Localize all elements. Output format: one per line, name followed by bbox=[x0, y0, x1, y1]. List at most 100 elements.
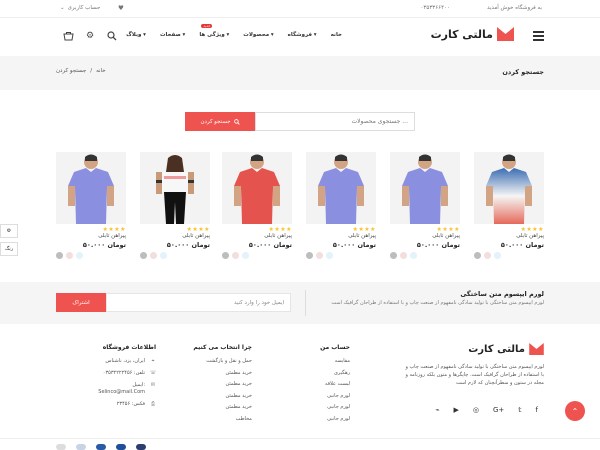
contact-email[interactable]: Selinco@mail.Com bbox=[98, 389, 145, 395]
rating-stars: ★★★★ bbox=[268, 226, 292, 233]
footer-link[interactable]: لورم جانبی bbox=[300, 393, 350, 399]
product-card[interactable]: ★★★★ پیراهن تابلی ۵۰.۰۰۰ تومان bbox=[222, 152, 292, 262]
social-links: f 𝕥 G+ ◎ ▶ ⌁ bbox=[435, 406, 538, 414]
product-image[interactable] bbox=[222, 152, 292, 224]
breadcrumb-home[interactable]: خانه bbox=[96, 68, 106, 74]
product-name[interactable]: پیراهن تابلی bbox=[432, 233, 460, 239]
facebook-icon[interactable]: f bbox=[536, 406, 538, 414]
footer-link[interactable]: حمل و نقل و بازگشت bbox=[180, 358, 252, 364]
footer-contact-title: اطلاعات فروشگاه bbox=[102, 344, 156, 351]
footer-why-title: چرا انتخاب می کنیم bbox=[193, 344, 252, 351]
subscribe-button[interactable]: اشتراک bbox=[56, 293, 106, 312]
scroll-to-top-button[interactable]: ⌃ bbox=[565, 401, 585, 421]
color-swatch[interactable] bbox=[474, 252, 481, 259]
footer-link[interactable]: خرید مطمئن bbox=[180, 381, 252, 387]
site-logo[interactable]: مالتی کارت bbox=[431, 27, 514, 41]
contact-row: ایران، یزد، ناشناس ⌖ bbox=[94, 358, 156, 364]
newsletter-email-input[interactable]: ایمیل خود را وارد کنید bbox=[106, 293, 291, 312]
nav-item-shop[interactable]: فروشگاه ▾ bbox=[288, 32, 317, 38]
color-swatch[interactable] bbox=[410, 252, 417, 259]
phone-icon: ☏ bbox=[150, 370, 157, 376]
twitter-icon[interactable]: 𝕥 bbox=[518, 406, 521, 414]
footer-link[interactable]: لیست علاقه bbox=[300, 381, 350, 387]
footer-link[interactable]: خرید مطمئن bbox=[180, 404, 252, 410]
search-input[interactable] bbox=[255, 112, 415, 131]
footer-link[interactable]: خرید مطمئن bbox=[180, 393, 252, 399]
wishlist-heart-icon[interactable]: ♥ bbox=[118, 4, 124, 12]
color-swatch[interactable] bbox=[484, 252, 491, 259]
color-swatch[interactable] bbox=[150, 252, 157, 259]
color-swatch[interactable] bbox=[160, 252, 167, 259]
contact-row: ایمیل: ✉ bbox=[94, 382, 156, 388]
color-swatch[interactable] bbox=[222, 252, 229, 259]
color-swatches bbox=[56, 252, 83, 259]
color-swatch[interactable] bbox=[66, 252, 73, 259]
footer-link[interactable]: مخاطب bbox=[180, 416, 252, 422]
color-swatch[interactable] bbox=[494, 252, 501, 259]
footer-link[interactable]: مقایسه bbox=[300, 358, 350, 364]
contact-row: Selinco@mail.Com bbox=[94, 389, 156, 395]
contact-phone: تلفن: ۰۳۵۳۲۲۲۲۴۵۶ bbox=[102, 370, 145, 376]
color-swatch[interactable] bbox=[76, 252, 83, 259]
nav-item-products[interactable]: محصولات ▾ bbox=[243, 32, 273, 38]
product-name[interactable]: پیراهن تابلی bbox=[264, 233, 292, 239]
footer-link[interactable]: لورم جانبی bbox=[300, 404, 350, 410]
product-price: ۵۰.۰۰۰ تومان bbox=[82, 241, 126, 249]
product-image[interactable] bbox=[390, 152, 460, 224]
settings-side-button[interactable]: ⚙ bbox=[0, 224, 18, 238]
rating-stars: ★★★★ bbox=[520, 226, 544, 233]
color-swatch[interactable] bbox=[326, 252, 333, 259]
product-image[interactable] bbox=[474, 152, 544, 224]
color-swatch[interactable] bbox=[242, 252, 249, 259]
breadcrumb-separator: / bbox=[90, 68, 93, 74]
color-swatch[interactable] bbox=[306, 252, 313, 259]
contact-row: فکس: ۲۳۴۵۶ ⎙ bbox=[94, 401, 156, 407]
footer-link[interactable]: خرید مطمئن bbox=[180, 370, 252, 376]
color-side-label: رنگ bbox=[4, 246, 14, 252]
cart-icon[interactable] bbox=[62, 30, 74, 42]
nav-item-home[interactable]: خانه bbox=[331, 32, 342, 38]
search-icon[interactable] bbox=[106, 30, 118, 42]
nav-item-blog[interactable]: وبلاگ ▾ bbox=[126, 32, 146, 38]
color-swatch[interactable] bbox=[390, 252, 397, 259]
product-card[interactable]: ★★★★ پیراهن تابلی ۵۰.۰۰۰ تومان bbox=[140, 152, 210, 262]
search-button[interactable]: جستجو کردن bbox=[185, 112, 255, 131]
google-plus-icon[interactable]: G+ bbox=[493, 406, 504, 414]
chevron-down-icon: ⌄ bbox=[60, 5, 65, 11]
product-image[interactable] bbox=[56, 152, 126, 224]
rss-icon[interactable]: ⌁ bbox=[435, 406, 439, 414]
product-card[interactable]: ★★★★ پیراهن تابلی ۵۰.۰۰۰ تومان bbox=[306, 152, 376, 262]
logo-mark-icon bbox=[529, 343, 544, 355]
product-name[interactable]: پیراهن تابلی bbox=[182, 233, 210, 239]
color-side-button[interactable]: رنگ bbox=[0, 242, 18, 256]
product-image[interactable] bbox=[140, 152, 210, 224]
color-swatch[interactable] bbox=[56, 252, 63, 259]
payment-icon bbox=[136, 444, 146, 450]
product-image[interactable] bbox=[306, 152, 376, 224]
product-card[interactable]: ★★★★ پیراهن تابلی ۵۰.۰۰۰ تومان bbox=[56, 152, 126, 262]
nav-item-pages[interactable]: صفحات ▾ bbox=[160, 32, 185, 38]
youtube-icon[interactable]: ▶ bbox=[453, 406, 458, 414]
contact-address: ایران، یزد، ناشناس bbox=[105, 358, 145, 364]
color-swatch[interactable] bbox=[400, 252, 407, 259]
footer-link[interactable]: لورم جانبی bbox=[300, 416, 350, 422]
nav-item-features[interactable]: جدید ویژگی ها ▾ bbox=[199, 24, 229, 38]
payment-icon bbox=[56, 444, 66, 450]
newsletter-form: اشتراک ایمیل خود را وارد کنید bbox=[56, 293, 291, 312]
menu-hamburger-icon[interactable] bbox=[533, 31, 544, 41]
color-swatch[interactable] bbox=[140, 252, 147, 259]
rating-stars: ★★★★ bbox=[102, 226, 126, 233]
footer-link[interactable]: رهگیری bbox=[300, 370, 350, 376]
settings-gear-icon[interactable]: ⚙ bbox=[84, 30, 96, 42]
product-name[interactable]: پیراهن تابلی bbox=[98, 233, 126, 239]
account-menu[interactable]: ⌄ حساب کاربری bbox=[60, 5, 100, 11]
product-card[interactable]: ★★★★ پیراهن تابلی ۵۰.۰۰۰ تومان bbox=[474, 152, 544, 262]
product-name[interactable]: پیراهن تابلی bbox=[348, 233, 376, 239]
color-swatch[interactable] bbox=[316, 252, 323, 259]
product-card[interactable]: ★★★★ پیراهن تابلی ۵۰.۰۰۰ تومان bbox=[390, 152, 460, 262]
product-name[interactable]: پیراهن تابلی bbox=[516, 233, 544, 239]
color-swatch[interactable] bbox=[232, 252, 239, 259]
instagram-icon[interactable]: ◎ bbox=[473, 406, 479, 414]
new-badge: جدید bbox=[201, 24, 213, 28]
footer-logo[interactable]: مالتی کارت bbox=[468, 343, 544, 355]
